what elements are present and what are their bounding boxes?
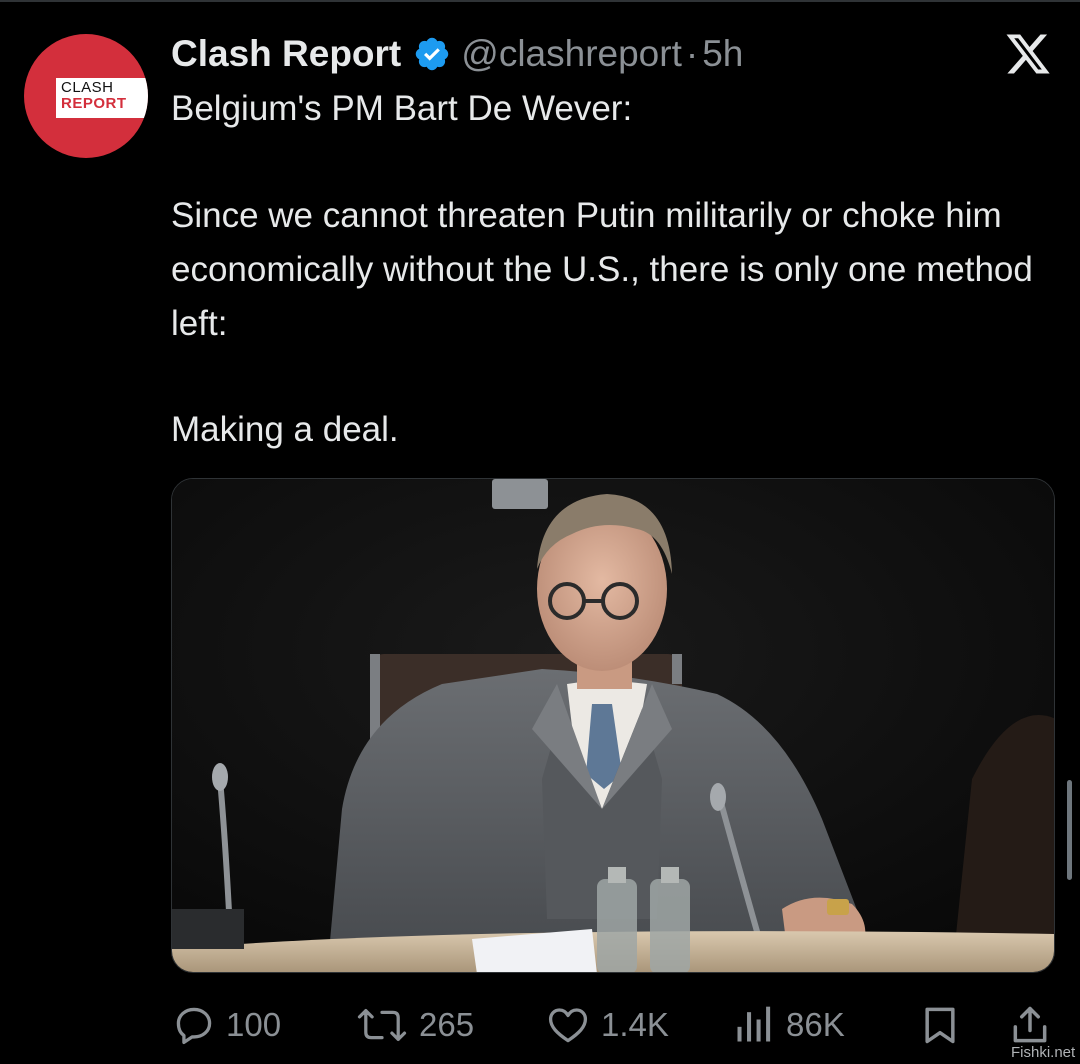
tweet-text-intro: Belgium's PM Bart De Wever: [171,89,633,128]
avatar-logo-line2: REPORT [61,95,127,112]
views-icon [737,1006,771,1042]
post-header: Clash Report @clashreport · 5h [171,30,743,78]
like-button[interactable]: 1.4K [545,1000,669,1050]
separator-dot: · [685,33,699,74]
top-divider [0,0,1080,2]
repost-count: 265 [419,1006,475,1043]
bookmark-button[interactable] [918,1000,962,1050]
x-logo-icon [1006,34,1050,74]
bookmark-icon [925,1007,955,1044]
share-button[interactable] [1008,1000,1052,1050]
scrollbar[interactable] [1067,780,1072,880]
author-handle[interactable]: @clashreport [461,33,682,75]
photo-illustration [172,479,1054,972]
avatar[interactable]: CLASH REPORT [24,34,148,158]
watermark: Fishki.net [1011,1044,1076,1061]
avatar-logo-line1: CLASH [61,79,114,96]
tweet-text-quote: Since we cannot threaten Putin militaril… [171,196,1033,343]
repost-icon [357,1008,407,1042]
post-photo[interactable] [171,478,1055,973]
reply-count: 100 [226,1006,282,1043]
tweet-text-final: Making a deal. [171,410,399,449]
repost-button[interactable]: 265 [355,1000,474,1050]
reply-icon [176,1007,212,1045]
reply-button[interactable]: 100 [172,1000,281,1050]
post-time[interactable]: 5h [702,33,743,75]
author-name[interactable]: Clash Report [171,33,401,75]
like-icon [548,1008,588,1043]
share-icon [1013,1006,1047,1043]
views-button[interactable]: 86K [732,1000,845,1050]
like-count: 1.4K [601,1006,669,1043]
views-count: 86K [786,1006,845,1043]
action-bar: 100 265 1.4K 86K [0,1000,1080,1050]
verified-badge-icon [416,37,449,71]
